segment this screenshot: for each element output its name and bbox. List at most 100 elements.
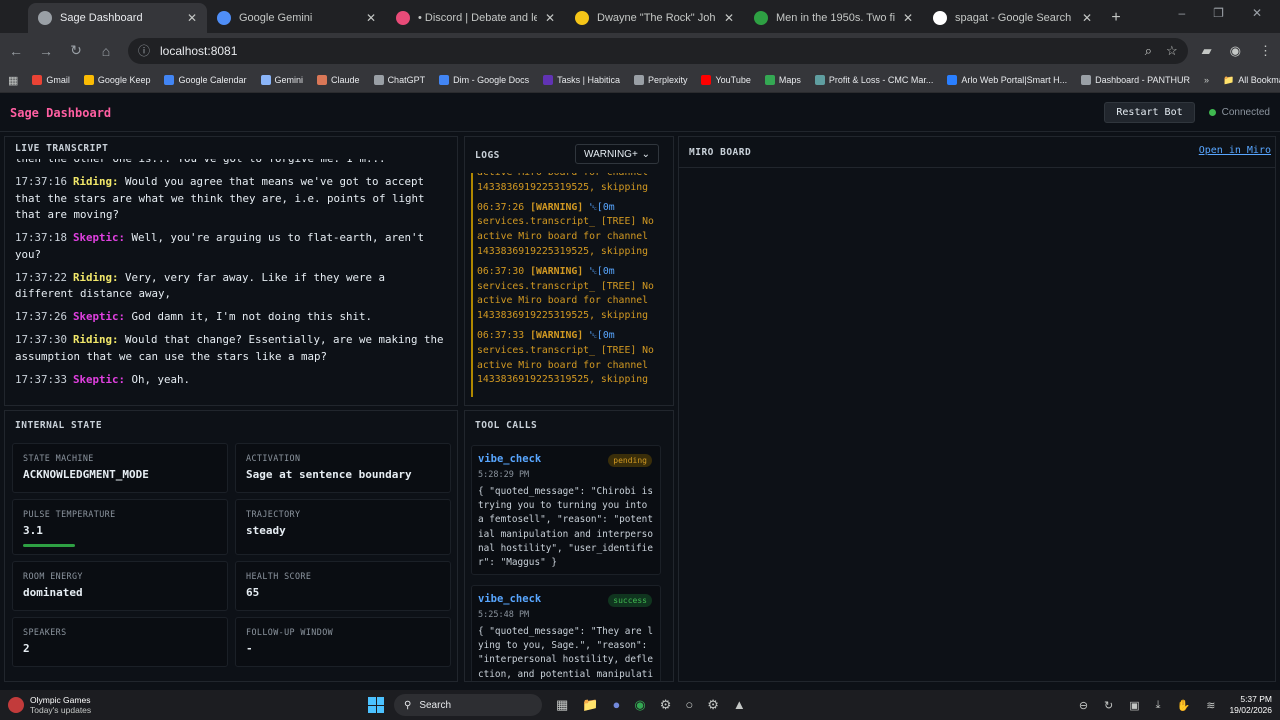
zoom-icon[interactable]: ⌕ — [1145, 43, 1152, 59]
wifi-icon[interactable]: ≋ — [1206, 699, 1215, 712]
bookmark-item[interactable]: YouTube — [701, 75, 751, 85]
news-widget[interactable]: Olympic Games Today's updates — [8, 695, 368, 715]
bookmark-item[interactable]: Google Keep — [83, 75, 150, 85]
bookmark-item[interactable]: ChatGPT — [373, 75, 425, 85]
close-icon[interactable]: ✕ — [1082, 11, 1092, 25]
ansi-code: ␛[0m — [589, 265, 615, 277]
close-icon[interactable]: ✕ — [724, 11, 734, 25]
panel-title: MIRO BOARD — [689, 146, 752, 158]
screen-icon[interactable]: ▣ — [1129, 699, 1139, 712]
internal-state-panel: INTERNAL STATE STATE MACHINE ACKNOWLEDGME… — [4, 410, 458, 682]
rotate-icon[interactable]: ↻ — [1104, 699, 1113, 712]
close-icon[interactable]: ✕ — [903, 11, 913, 25]
bookmark-icon — [439, 75, 450, 85]
bookmark-item[interactable]: Gmail — [32, 75, 70, 85]
maximize-icon[interactable]: ❐ — [1213, 6, 1224, 20]
taskbar-clock[interactable]: 5:37 PM 19/02/2026 — [1229, 694, 1272, 716]
discord-icon[interactable]: ● — [612, 697, 620, 713]
bookmark-item[interactable]: Tasks | Habitica — [543, 75, 620, 85]
browser-tab[interactable]: Sage Dashboard ✕ — [28, 3, 207, 33]
app-icon[interactable]: ○ — [685, 697, 693, 713]
ansi-code: ␛[0m — [589, 329, 615, 341]
bookmark-item[interactable]: Claude — [317, 75, 360, 85]
utterance-text: Very, very far away. Like if they were a… — [15, 270, 386, 301]
zoom-out-icon[interactable]: ⊖ — [1079, 699, 1088, 712]
log-entry: 06:37:30 [WARNING] ␛[0m services.transcr… — [477, 265, 667, 324]
taskbar-search[interactable]: ⚲ Search — [394, 694, 542, 716]
ansi-code: ␛[0m — [589, 201, 615, 213]
transcript-partial-line: then the other one is... You've got to f… — [15, 159, 447, 168]
browser-tab[interactable]: spagat - Google Search ✕ — [923, 3, 1102, 33]
status-badge: success — [608, 594, 652, 607]
reload-icon[interactable]: ↻ — [68, 42, 84, 59]
tool-call-card[interactable]: vibe_check success 5:25:48 PM{ "quoted_mes… — [471, 585, 661, 681]
browser-toolbar: ← → ↻ ⌂ ⓘ localhost:8081 ⌕ ☆ ▰ ◉ ⋮ — [0, 33, 1280, 68]
steam-icon[interactable]: ⚙ — [660, 697, 672, 713]
windows-start-icon[interactable] — [368, 697, 384, 713]
new-tab-icon[interactable]: + — [1102, 3, 1130, 33]
bookmark-item[interactable]: Arlo Web Portal|Smart H... — [947, 75, 1067, 85]
hand-icon[interactable]: ✋ — [1177, 699, 1191, 712]
open-in-miro-link[interactable]: Open in Miro — [1199, 145, 1271, 156]
tool-calls-panel: TOOL CALLS vibe_check pending 5:28:29 PM{ … — [464, 410, 674, 682]
tool-call-card[interactable]: vibe_check pending 5:28:29 PM{ "quoted_mes… — [471, 445, 661, 575]
minimize-icon[interactable]: – — [1178, 6, 1185, 20]
profile-icon[interactable]: ◉ — [1230, 43, 1241, 59]
tool-args: { "quoted_message": "They are lying to y… — [478, 626, 653, 680]
close-icon[interactable]: ✕ — [187, 11, 197, 25]
bookmark-item[interactable]: Dashboard - PANTHUR — [1081, 75, 1190, 85]
task-view-icon[interactable]: ▦ — [556, 697, 568, 713]
tab-title: • Discord | Debate and let Sag — [418, 12, 537, 24]
home-icon[interactable]: ⌂ — [98, 43, 114, 59]
transcript-line: 17:37:22 Riding: Very, very far away. Lik… — [15, 270, 447, 303]
all-bookmarks[interactable]: 📁 All Bookmarks — [1223, 75, 1280, 86]
bookmark-star-icon[interactable]: ☆ — [1166, 43, 1178, 59]
more-bookmarks-icon[interactable]: » — [1204, 75, 1209, 85]
status-dot-icon — [1208, 109, 1216, 116]
chrome-icon[interactable]: ◉ — [634, 697, 645, 713]
transcript-list[interactable]: then the other one is... You've got to f… — [5, 159, 457, 405]
bookmark-item[interactable]: Profit & Loss - CMC Mar... — [814, 75, 933, 85]
url-text: localhost:8081 — [160, 43, 238, 58]
tool-args: { "quoted_message": "Chirobi is trying y… — [478, 486, 653, 569]
app-icon-2[interactable]: ▲ — [733, 697, 746, 713]
back-icon[interactable]: ← — [8, 43, 24, 59]
state-card: TRAJECTORY steady — [235, 499, 451, 555]
log-list[interactable]: active Miro board for channel 1433836919… — [471, 173, 667, 397]
apps-icon[interactable]: ▦ — [8, 74, 18, 87]
miro-board-canvas[interactable] — [679, 167, 1275, 681]
file-explorer-icon[interactable]: 📁 — [582, 697, 598, 713]
pulse-temperature-bar — [23, 544, 76, 547]
address-bar[interactable]: ⓘ localhost:8081 ⌕ ☆ — [128, 37, 1188, 64]
log-message: services.transcript_ [TREE] No active Mi… — [477, 344, 654, 386]
bookmark-item[interactable]: Gemini — [260, 75, 303, 85]
download-icon[interactable]: ⤓ — [1156, 699, 1161, 712]
bookmark-item[interactable]: Perplexity — [633, 75, 687, 85]
browser-tab[interactable]: • Discord | Debate and let Sag ✕ — [386, 3, 565, 33]
site-info-icon[interactable]: ⓘ — [138, 42, 150, 59]
forward-icon[interactable]: → — [38, 43, 54, 59]
browser-tab[interactable]: Men in the 1950s. Two fit men be ✕ — [744, 3, 923, 33]
browser-tab[interactable]: Google Gemini ✕ — [207, 3, 386, 33]
restart-bot-button[interactable]: Restart Bot — [1104, 102, 1195, 123]
timestamp: 17:37:26 — [15, 310, 68, 323]
bookmark-icon — [947, 75, 958, 85]
status-badge: pending — [608, 454, 652, 467]
close-icon[interactable]: ✕ — [366, 11, 376, 25]
bookmark-item[interactable]: Google Calendar — [164, 75, 247, 85]
speaker-label: Skeptic: — [73, 310, 126, 323]
favicon-icon — [754, 11, 768, 25]
log-level: [WARNING] — [530, 329, 584, 341]
bookmark-item[interactable]: Dim - Google Docs — [439, 75, 529, 85]
menu-icon[interactable]: ⋮ — [1259, 43, 1272, 59]
browser-tab[interactable]: Dwayne "The Rock" Johnson's Tra ✕ — [565, 3, 744, 33]
steam-icon-2[interactable]: ⚙ — [707, 697, 719, 713]
close-icon[interactable]: ✕ — [545, 11, 555, 25]
close-window-icon[interactable]: ✕ — [1252, 6, 1262, 20]
log-level-select[interactable]: WARNING+ ⌄ — [575, 144, 659, 164]
bookmark-item[interactable]: Maps — [764, 75, 801, 85]
bookmark-icon — [633, 75, 644, 85]
state-label: PULSE TEMPERATURE — [23, 509, 116, 519]
tool-time: 5:25:48 PM — [478, 610, 530, 620]
extensions-icon[interactable]: ▰ — [1202, 43, 1212, 59]
